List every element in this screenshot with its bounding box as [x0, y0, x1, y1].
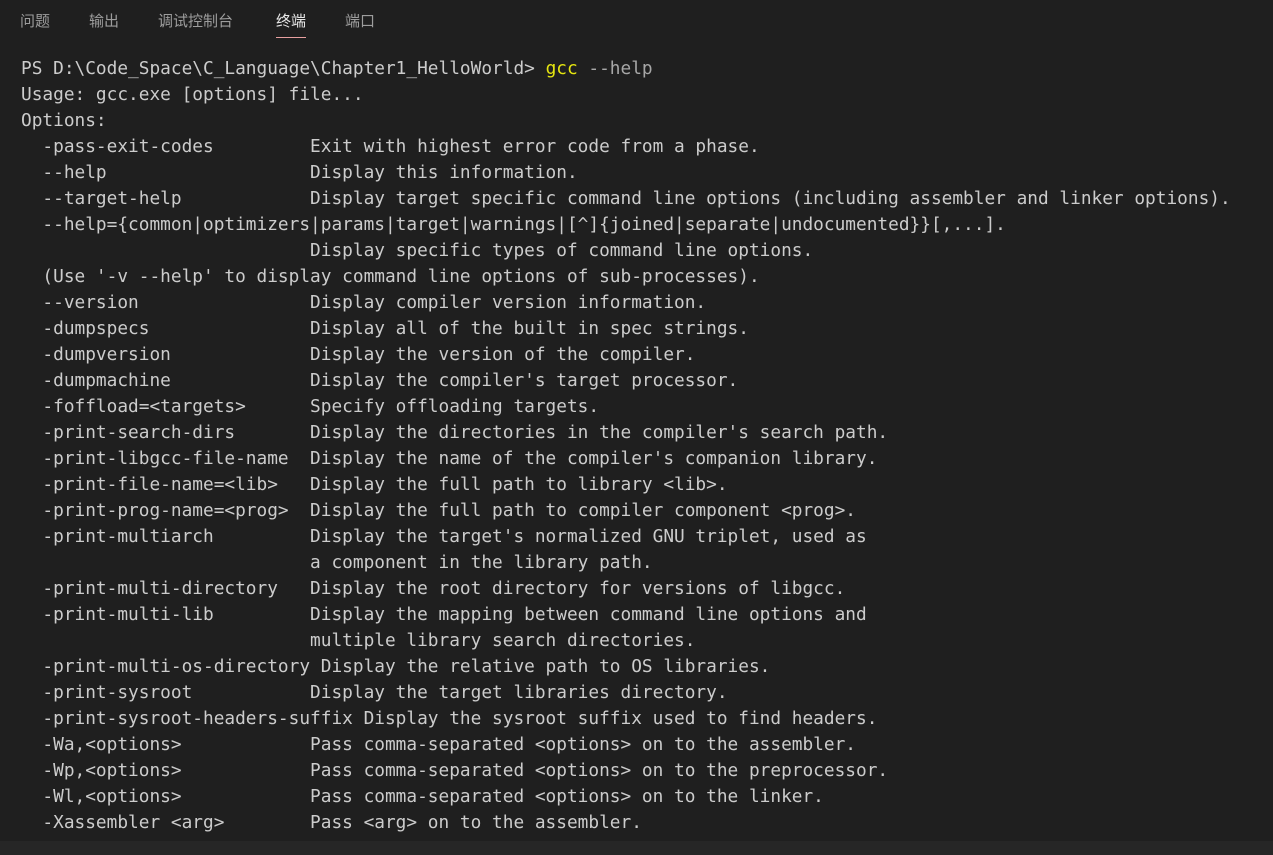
tab-ports[interactable]: 端口	[345, 0, 375, 38]
terminal-output-line: -print-sysroot-headers-suffix Display th…	[21, 708, 878, 729]
terminal-output-line: -dumpversion Display the version of the …	[21, 344, 696, 365]
terminal-output-line: -Wl,<options> Pass comma-separated <opti…	[21, 786, 824, 807]
terminal-output-line: -pass-exit-codes Exit with highest error…	[21, 136, 760, 157]
terminal-output-line: -foffload=<targets> Specify offloading t…	[21, 396, 600, 417]
terminal-output-line: --help={common|optimizers|params|target|…	[21, 214, 1006, 235]
terminal-output-line: -Xassembler <arg> Pass <arg> on to the a…	[21, 812, 642, 833]
command-args: --help	[577, 58, 653, 79]
terminal-output-line: a component in the library path.	[21, 552, 653, 573]
terminal-output-line: -print-multi-directory Display the root …	[21, 578, 846, 599]
terminal-output-line: -Wa,<options> Pass comma-separated <opti…	[21, 734, 857, 755]
terminal-output-line: -dumpmachine Display the compiler's targ…	[21, 370, 739, 391]
terminal-output-line: -Wp,<options> Pass comma-separated <opti…	[21, 760, 889, 781]
tab-problems[interactable]: 问题	[20, 0, 50, 38]
terminal-output-line: (Use '-v --help' to display command line…	[21, 266, 760, 287]
terminal-output-line: Options:	[21, 110, 107, 131]
terminal-output-line: -print-multiarch Display the target's no…	[21, 526, 867, 547]
terminal-output-line: -print-sysroot Display the target librar…	[21, 682, 728, 703]
shell-prompt: PS D:\Code_Space\C_Language\Chapter1_Hel…	[21, 58, 546, 79]
tab-terminal[interactable]: 终端	[276, 0, 307, 38]
tab-output[interactable]: 输出	[89, 0, 119, 38]
terminal-output-line: -print-prog-name=<prog> Display the full…	[21, 500, 857, 521]
panel-bottom-edge	[0, 841, 1273, 855]
active-tab-indicator	[276, 37, 307, 38]
terminal-output-line: --help Display this information.	[21, 162, 578, 183]
terminal-output-line: multiple library search directories.	[21, 630, 696, 651]
terminal-output-line: --target-help Display target specific co…	[21, 188, 1231, 209]
tab-debug-console[interactable]: 调试控制台	[158, 0, 233, 38]
terminal-output-line: -print-multi-lib Display the mapping bet…	[21, 604, 867, 625]
terminal-output-line: -dumpspecs Display all of the built in s…	[21, 318, 749, 339]
panel-tab-bar: 问题 输出 调试控制台 终端 端口	[0, 0, 1273, 40]
tab-debug-console-label: 调试控制台	[158, 12, 234, 30]
tab-terminal-label: 终端	[276, 12, 307, 30]
terminal-output-line: -print-file-name=<lib> Display the full …	[21, 474, 728, 495]
terminal-output[interactable]: PS D:\Code_Space\C_Language\Chapter1_Hel…	[21, 56, 1273, 855]
terminal-output-line: -print-search-dirs Display the directori…	[21, 422, 889, 443]
command-name: gcc	[545, 58, 578, 79]
terminal-output-line: --version Display compiler version infor…	[21, 292, 707, 313]
terminal-panel: 问题 输出 调试控制台 终端 端口 PS D:\Code_Space\C_Lan…	[0, 0, 1273, 855]
prompt-line: PS D:\Code_Space\C_Language\Chapter1_Hel…	[21, 56, 1273, 82]
terminal-output-line: -print-multi-os-directory Display the re…	[21, 656, 771, 677]
terminal-output-line: -print-libgcc-file-name Display the name…	[21, 448, 878, 469]
tab-ports-label: 端口	[345, 12, 376, 30]
terminal-output-line: Display specific types of command line o…	[21, 240, 814, 261]
tab-output-label: 输出	[89, 12, 120, 30]
terminal-output-line: Usage: gcc.exe [options] file...	[21, 84, 364, 105]
tab-problems-label: 问题	[20, 12, 51, 30]
